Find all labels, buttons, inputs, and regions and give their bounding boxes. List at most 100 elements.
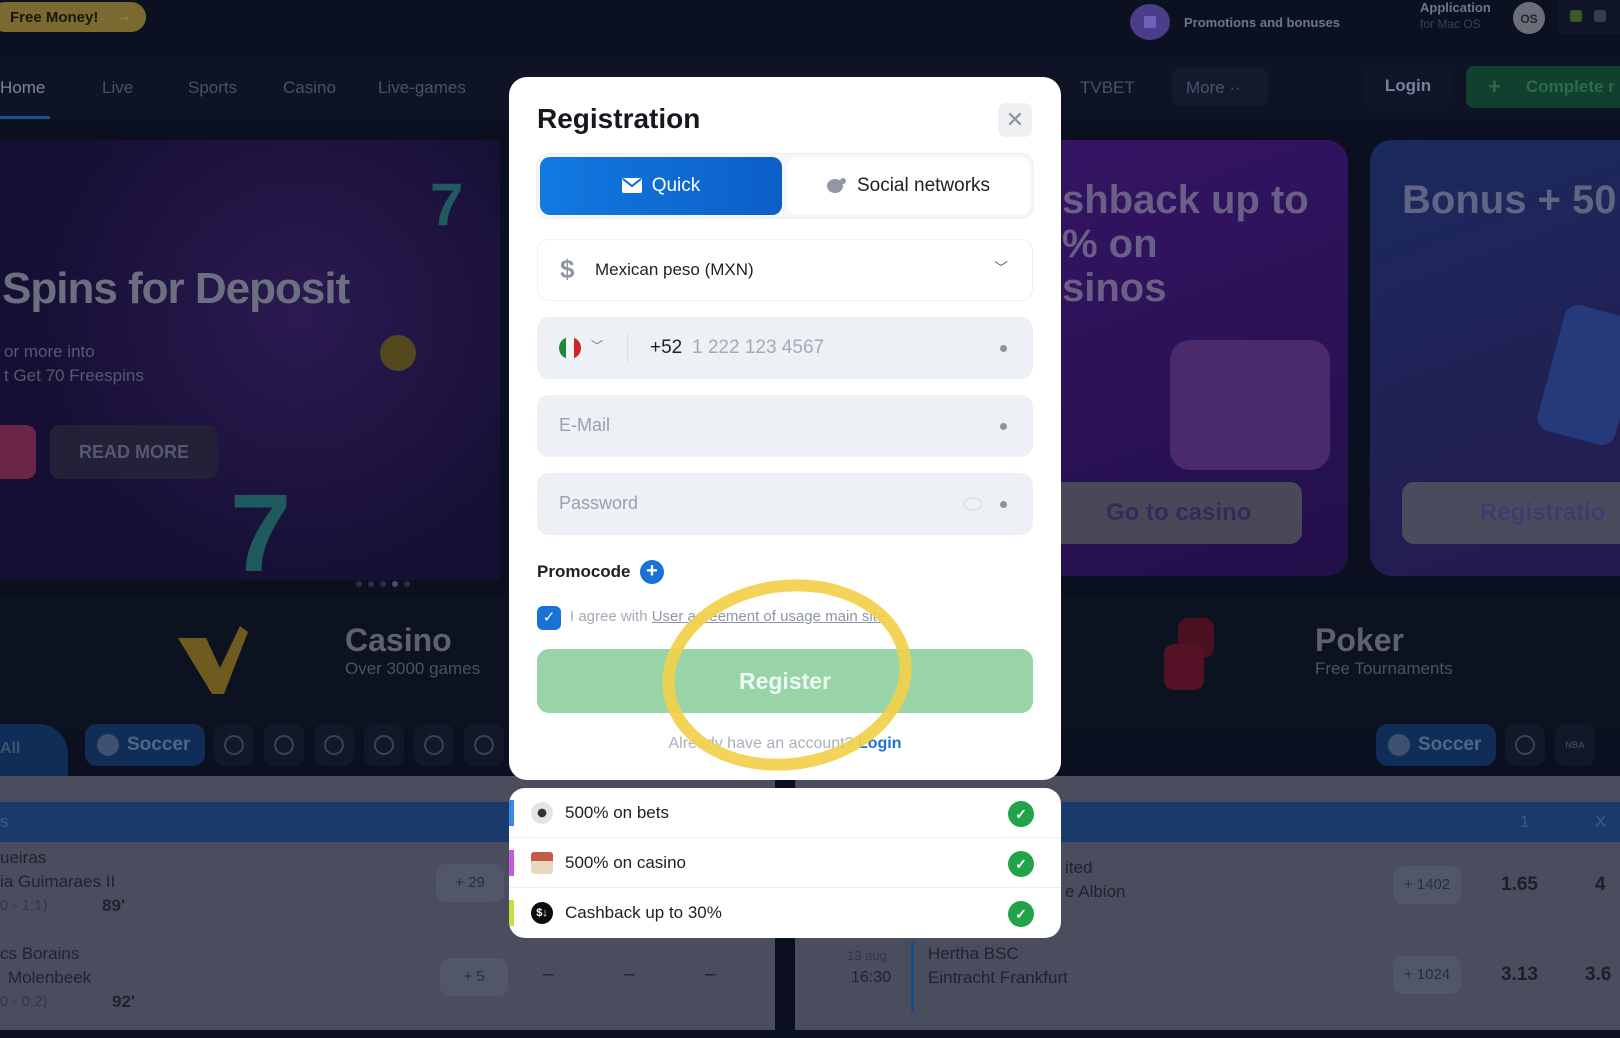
tab-quick[interactable]: Quick xyxy=(540,157,782,215)
currency-select[interactable]: $ Mexican peso (MXN) ﹀ xyxy=(537,239,1033,301)
hero-sub-line: t Get 70 Freespins xyxy=(4,366,144,385)
user-agreement-link[interactable]: User agreement of usage main site xyxy=(652,608,885,625)
carousel-dot[interactable] xyxy=(368,581,374,587)
hero-cta-button[interactable] xyxy=(0,425,36,479)
odd-cell[interactable]: 1.65 xyxy=(1501,874,1538,896)
bonus-color-bar xyxy=(509,850,514,876)
v-logo-icon xyxy=(178,626,248,694)
carousel-dot[interactable] xyxy=(356,581,362,587)
hero-title: Spins for Deposit xyxy=(2,264,350,313)
nba-icon[interactable]: NBA xyxy=(1555,724,1595,766)
bonus-color-bar xyxy=(509,800,514,826)
nav-casino[interactable]: Casino xyxy=(283,78,336,98)
top-bar: Free Money! → Promotions and bonuses Appl… xyxy=(0,0,1620,50)
close-button[interactable]: ✕ xyxy=(998,103,1032,137)
soccer-chip-right[interactable]: Soccer xyxy=(1376,724,1496,766)
more-label: More xyxy=(1186,78,1225,97)
hockey-icon[interactable] xyxy=(264,724,304,766)
phone-field[interactable]: ﹀ +52 1 222 123 4567 xyxy=(537,317,1033,379)
cricket-icon[interactable] xyxy=(314,724,354,766)
odd-cell[interactable]: 3.13 xyxy=(1501,964,1538,986)
tab-label: Social networks xyxy=(856,175,991,196)
carousel-dot[interactable] xyxy=(404,581,410,587)
nav-live[interactable]: Live xyxy=(102,78,133,98)
phone-input[interactable]: 1 222 123 4567 xyxy=(692,337,824,359)
hero-banner: 7 7 Spins for Deposit or more into t Get … xyxy=(0,140,500,580)
bonus-label: 500% on bets xyxy=(565,803,669,822)
casino-title: Casino xyxy=(345,622,452,658)
password-field[interactable]: Password xyxy=(537,473,1033,535)
password-input[interactable]: Password xyxy=(559,493,638,514)
carousel-dot[interactable] xyxy=(380,581,386,587)
free-money-button[interactable]: Free Money! → xyxy=(0,2,146,32)
nav-live-games[interactable]: Live-games xyxy=(378,78,466,98)
go-to-casino-button[interactable]: Go to casino xyxy=(1030,482,1302,544)
complete-label: Complete r xyxy=(1526,77,1615,96)
registration-tabs: Quick Social networks xyxy=(537,154,1033,218)
esports-icon[interactable] xyxy=(1505,724,1545,766)
eye-icon[interactable] xyxy=(963,497,983,511)
registration-button[interactable]: Registratio xyxy=(1402,482,1620,544)
odd-cell[interactable]: – xyxy=(543,964,554,986)
chevron-down-icon[interactable]: ﹀ xyxy=(591,337,603,354)
currency-value: Mexican peso (MXN) xyxy=(595,260,754,279)
complete-registration-button[interactable]: + Complete r xyxy=(1466,66,1620,108)
more-markets-button[interactable]: + 29 xyxy=(436,864,504,902)
more-markets-button[interactable]: + 1024 xyxy=(1393,956,1461,994)
table-row[interactable]: cs Borains Molenbeek 0 - 0:2) 92' + 5 – … xyxy=(0,942,775,1038)
more-menu-button[interactable]: More ·· xyxy=(1172,68,1268,106)
verified-check-icon: ✓ xyxy=(1008,851,1034,877)
more-markets-button[interactable]: + 5 xyxy=(440,958,508,996)
divider xyxy=(627,333,628,363)
soccer-chip[interactable]: Soccer xyxy=(85,724,205,766)
gift-illustration xyxy=(1534,301,1620,449)
mexico-flag-icon[interactable] xyxy=(559,337,581,359)
nav-tvbet[interactable]: TVBET xyxy=(1080,78,1135,98)
odd-cell[interactable]: 4 xyxy=(1595,874,1606,896)
more-markets-button[interactable]: + 1402 xyxy=(1393,866,1461,904)
android-icon[interactable] xyxy=(1570,10,1582,22)
bonus-label: Cashback up to 30% xyxy=(565,903,722,922)
app-download-link[interactable]: Application for Mac OS xyxy=(1420,0,1491,32)
table-tennis-icon[interactable] xyxy=(414,724,454,766)
carousel-dot[interactable] xyxy=(392,581,398,587)
soccer-ball-icon xyxy=(531,802,553,824)
basketball-icon[interactable] xyxy=(214,724,254,766)
register-button[interactable]: Register xyxy=(537,649,1033,713)
agree-checkbox[interactable]: ✓ xyxy=(537,606,561,630)
add-promocode-button[interactable]: + xyxy=(640,560,664,584)
email-input[interactable]: E-Mail xyxy=(559,415,610,436)
dice-icon xyxy=(1164,618,1214,690)
soccer-ball-icon xyxy=(97,734,119,756)
nav-home[interactable]: Home xyxy=(0,78,45,98)
cashback-promo-card: shback up to% on sinos Go to casino xyxy=(1020,140,1348,576)
free-money-label: Free Money! xyxy=(10,9,99,26)
login-button[interactable]: Login xyxy=(1364,66,1452,106)
odd-cell[interactable]: – xyxy=(624,964,635,986)
seven-decoration: 7 xyxy=(230,472,292,580)
tab-social-networks[interactable]: Social networks xyxy=(787,157,1030,215)
app-subtitle: for Mac OS xyxy=(1420,17,1481,31)
odd-cell[interactable]: – xyxy=(705,964,716,986)
chat-bubbles-icon xyxy=(826,178,846,194)
promocode-label: Promocode xyxy=(537,562,631,581)
promotions-link[interactable]: Promotions and bonuses xyxy=(1130,4,1340,40)
email-field[interactable]: E-Mail xyxy=(537,395,1033,457)
esports-icon[interactable] xyxy=(464,724,504,766)
casino-category[interactable]: Casino Over 3000 games xyxy=(345,622,480,679)
bonus-color-bar xyxy=(509,900,514,926)
nav-sports[interactable]: Sports xyxy=(188,78,237,98)
read-more-button[interactable]: READ MORE xyxy=(50,425,218,479)
verified-check-icon: ✓ xyxy=(1008,801,1034,827)
odd-cell[interactable]: 3.6 xyxy=(1585,964,1611,986)
apple-icon[interactable] xyxy=(1594,10,1606,22)
table-row[interactable]: 13 aug 16:30 Hertha BSC Eintracht Frankf… xyxy=(795,942,1620,1038)
plus-icon: + xyxy=(1488,74,1501,99)
macos-icon[interactable]: OS xyxy=(1513,2,1545,34)
required-indicator xyxy=(1000,423,1007,430)
ellipsis-icon: ·· xyxy=(1229,78,1241,97)
tennis-icon[interactable] xyxy=(364,724,404,766)
carousel-dots xyxy=(356,581,410,587)
poker-category[interactable]: Poker Free Tournaments xyxy=(1315,622,1453,679)
login-link[interactable]: Login xyxy=(858,735,902,752)
